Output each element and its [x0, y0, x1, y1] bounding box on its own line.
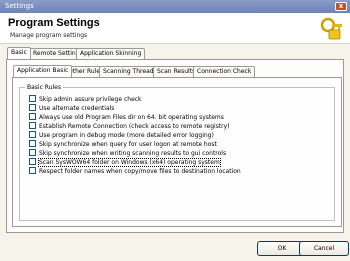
option-alternate-credentials[interactable]: Use alternate credentials [29, 104, 114, 113]
checkbox[interactable] [29, 167, 36, 174]
checkbox[interactable] [29, 140, 36, 147]
cancel-button[interactable]: Cancel [299, 241, 349, 256]
checkbox[interactable] [29, 95, 36, 102]
tab-application-skinning[interactable]: Application Skinning [76, 48, 146, 59]
group-title: Basic Rules [25, 84, 63, 91]
page-title: Program Settings [8, 17, 100, 29]
checkbox[interactable] [29, 122, 36, 129]
checkbox[interactable] [29, 149, 36, 156]
option-scan-syswow64[interactable]: Scan SysWOW64 folder on Windows (x64) op… [29, 158, 221, 167]
checkbox[interactable] [29, 104, 36, 111]
checkbox[interactable] [29, 113, 36, 120]
page-subtitle: Manage program settings [10, 32, 88, 39]
key-lock-icon [320, 17, 342, 40]
window-title: Settings [5, 2, 34, 10]
tab-scanning-threads[interactable]: Scanning Threads [99, 66, 161, 77]
option-remote-connection[interactable]: Establish Remote Connection (check acces… [29, 122, 230, 131]
header-panel: Program Settings Manage program settings [0, 13, 350, 44]
tab-application-basic[interactable]: Application Basic [13, 65, 73, 77]
tab-basic[interactable]: Basic [7, 47, 31, 59]
title-bar: Settings x [0, 0, 350, 13]
checkbox[interactable] [29, 131, 36, 138]
option-debug-mode[interactable]: Use program in debug mode (more detailed… [29, 131, 214, 140]
option-skip-admin-check[interactable]: Skip admin assure privilege check [29, 95, 142, 104]
option-old-program-files[interactable]: Always use old Program Files dir on 64. … [29, 113, 224, 122]
tab-connection-check[interactable]: Connection Check [193, 66, 256, 77]
checkbox[interactable] [29, 158, 36, 165]
close-button[interactable]: x [335, 2, 347, 11]
option-respect-folder-names[interactable]: Respect folder names when copy/move file… [29, 167, 241, 176]
option-skip-sync-logon[interactable]: Skip synchronize when query for user log… [29, 140, 217, 149]
option-skip-sync-gui[interactable]: Skip synchronize when writing scanning r… [29, 149, 226, 158]
